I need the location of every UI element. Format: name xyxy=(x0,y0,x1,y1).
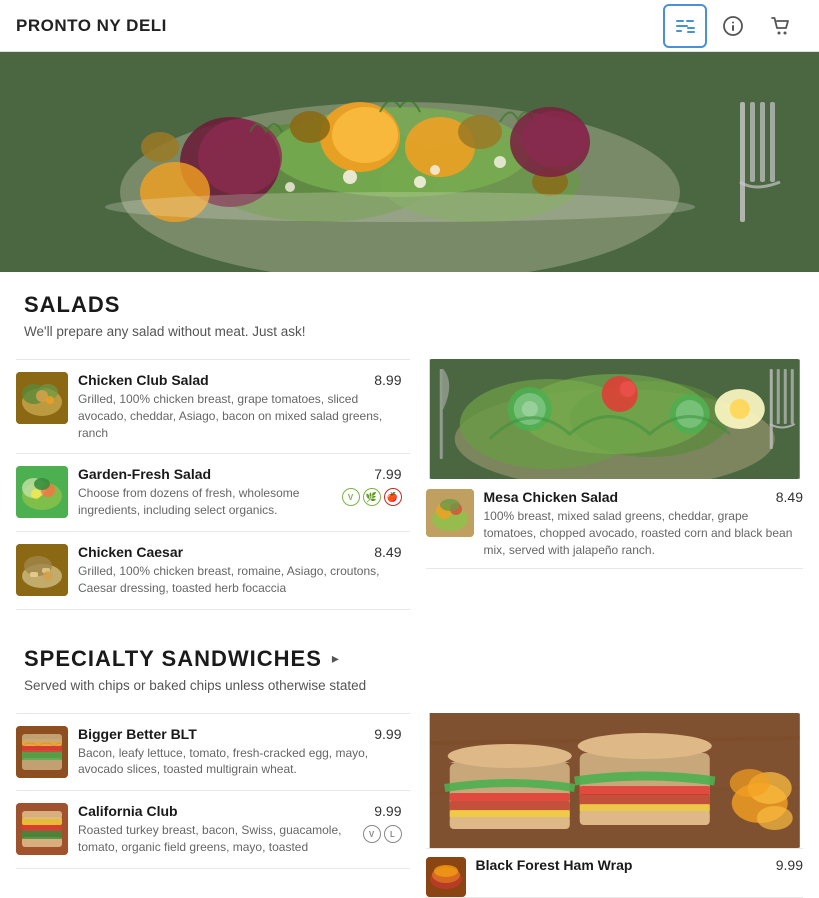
item-name: Black Forest Ham Wrap xyxy=(476,857,768,873)
food-image xyxy=(16,544,68,596)
hero-image xyxy=(0,52,819,272)
item-thumbnail xyxy=(16,803,68,855)
cart-icon-button[interactable] xyxy=(759,4,803,48)
item-content: Garden-Fresh Salad 7.99 Choose from doze… xyxy=(78,466,402,519)
food-image xyxy=(426,489,474,537)
menu-icon xyxy=(674,15,696,37)
item-thumbnail xyxy=(426,489,474,537)
item-thumbnail xyxy=(16,372,68,424)
item-desc-badges: Roasted turkey breast, bacon, Swiss, gua… xyxy=(78,822,402,856)
app-header: PRONTO NY DELI xyxy=(0,0,819,52)
item-name: Chicken Club Salad xyxy=(78,372,366,388)
item-thumbnail xyxy=(16,544,68,596)
salads-subtitle: We'll prepare any salad without meat. Ju… xyxy=(24,324,795,339)
food-image xyxy=(16,372,68,424)
item-badges: V 🌿 🍎 xyxy=(342,488,402,506)
menu-icon-button[interactable] xyxy=(663,4,707,48)
hero-illustration xyxy=(0,52,819,272)
featured-sandwich-illustration xyxy=(426,713,804,848)
item-header: California Club 9.99 xyxy=(78,803,402,819)
header-icon-group xyxy=(663,4,803,48)
list-item[interactable]: Mesa Chicken Salad 8.49 100% breast, mix… xyxy=(426,479,804,569)
item-header: Bigger Better BLT 9.99 xyxy=(78,726,402,742)
badge-apple: 🍎 xyxy=(384,488,402,506)
salads-featured: Mesa Chicken Salad 8.49 100% breast, mix… xyxy=(410,359,804,610)
item-price: 8.49 xyxy=(374,544,401,560)
list-item[interactable]: Bigger Better BLT 9.99 Bacon, leafy lett… xyxy=(16,714,410,792)
featured-salad-image xyxy=(426,359,804,479)
list-item[interactable]: Garden-Fresh Salad 7.99 Choose from doze… xyxy=(16,454,410,532)
item-price: 8.99 xyxy=(374,372,401,388)
item-thumbnail xyxy=(426,857,466,897)
badge-l: L xyxy=(384,825,402,843)
badge-leaf: 🌿 xyxy=(363,488,381,506)
item-thumbnail xyxy=(16,466,68,518)
item-price: 8.49 xyxy=(776,489,803,505)
app-title: PRONTO NY DELI xyxy=(16,16,167,36)
list-item[interactable]: California Club 9.99 Roasted turkey brea… xyxy=(16,791,410,869)
item-description: 100% breast, mixed salad greens, cheddar… xyxy=(484,508,804,558)
item-header: Mesa Chicken Salad 8.49 xyxy=(484,489,804,505)
badge-v: V xyxy=(363,825,381,843)
item-name: Chicken Caesar xyxy=(78,544,366,560)
featured-salad-illustration xyxy=(426,359,804,479)
item-description: Choose from dozens of fresh, wholesome i… xyxy=(78,485,338,519)
item-name: Mesa Chicken Salad xyxy=(484,489,768,505)
item-description: Roasted turkey breast, bacon, Swiss, gua… xyxy=(78,822,359,856)
item-content: Chicken Club Salad 8.99 Grilled, 100% ch… xyxy=(78,372,402,441)
info-icon xyxy=(722,15,744,37)
item-content: Chicken Caesar 8.49 Grilled, 100% chicke… xyxy=(78,544,402,597)
item-header: Black Forest Ham Wrap 9.99 xyxy=(476,857,804,873)
list-item[interactable]: Black Forest Ham Wrap 9.99 xyxy=(426,848,804,898)
featured-sandwich-image xyxy=(426,713,804,848)
salads-title: SALADS xyxy=(24,292,795,318)
specialty-sandwiches-title: SPECIALTY SANDWICHES ▸ xyxy=(24,646,795,672)
food-image xyxy=(16,466,68,518)
item-header: Garden-Fresh Salad 7.99 xyxy=(78,466,402,482)
list-item[interactable]: Chicken Caesar 8.49 Grilled, 100% chicke… xyxy=(16,532,410,610)
badge-organic: V xyxy=(342,488,360,506)
cart-icon xyxy=(770,15,792,37)
item-content: Mesa Chicken Salad 8.49 100% breast, mix… xyxy=(484,489,804,558)
item-header: Chicken Club Salad 8.99 xyxy=(78,372,402,388)
specialty-sandwiches-section: SPECIALTY SANDWICHES ▸ Served with chips… xyxy=(0,626,819,713)
item-description: Grilled, 100% chicken breast, romaine, A… xyxy=(78,563,402,597)
item-description: Bacon, leafy lettuce, tomato, fresh-crac… xyxy=(78,745,402,779)
item-name: Garden-Fresh Salad xyxy=(78,466,366,482)
item-badges: V L xyxy=(363,825,402,843)
info-icon-button[interactable] xyxy=(711,4,755,48)
item-price: 9.99 xyxy=(374,803,401,819)
item-name: Bigger Better BLT xyxy=(78,726,366,742)
food-image xyxy=(16,803,68,855)
salads-section: SALADS We'll prepare any salad without m… xyxy=(0,272,819,359)
food-image xyxy=(16,726,68,778)
item-desc-badges: Choose from dozens of fresh, wholesome i… xyxy=(78,485,402,519)
item-content: California Club 9.99 Roasted turkey brea… xyxy=(78,803,402,856)
item-content: Black Forest Ham Wrap 9.99 xyxy=(476,857,804,876)
list-item[interactable]: Chicken Club Salad 8.99 Grilled, 100% ch… xyxy=(16,360,410,454)
item-content: Bigger Better BLT 9.99 Bacon, leafy lett… xyxy=(78,726,402,779)
food-image xyxy=(426,857,466,897)
item-name: California Club xyxy=(78,803,366,819)
specialty-sandwiches-subtitle: Served with chips or baked chips unless … xyxy=(24,678,795,693)
salads-list: Chicken Club Salad 8.99 Grilled, 100% ch… xyxy=(16,359,410,610)
item-header: Chicken Caesar 8.49 xyxy=(78,544,402,560)
cursor-indicator: ▸ xyxy=(332,650,339,667)
item-price: 9.99 xyxy=(776,857,803,873)
item-thumbnail xyxy=(16,726,68,778)
item-price: 9.99 xyxy=(374,726,401,742)
salads-grid: Chicken Club Salad 8.99 Grilled, 100% ch… xyxy=(16,359,803,610)
item-price: 7.99 xyxy=(374,466,401,482)
item-description: Grilled, 100% chicken breast, grape toma… xyxy=(78,391,402,441)
